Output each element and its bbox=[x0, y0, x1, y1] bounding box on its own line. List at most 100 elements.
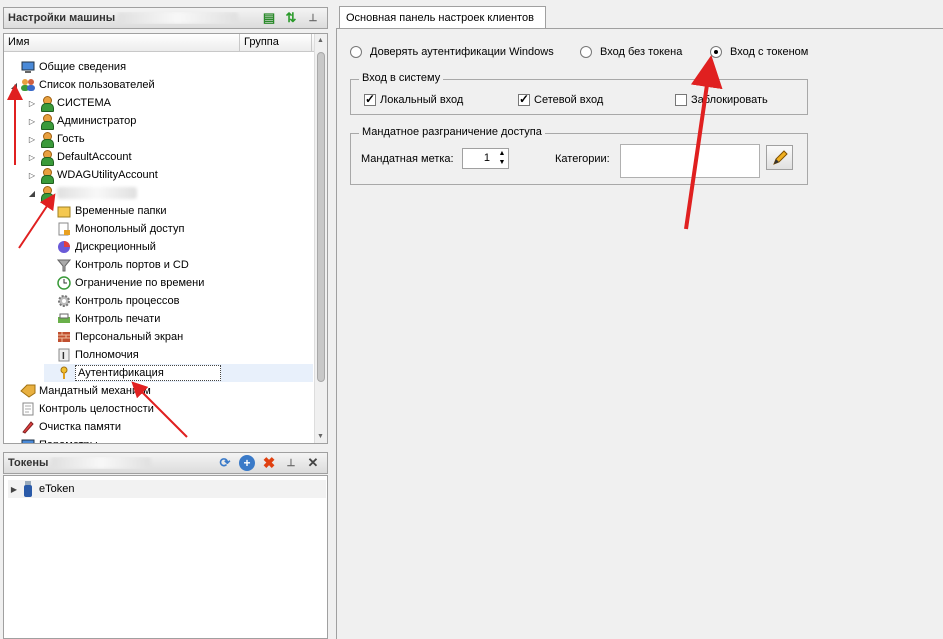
add-token-icon[interactable]: + bbox=[239, 455, 255, 471]
login-group: Вход в систему Локальный вход Сетевой вх… bbox=[350, 72, 808, 115]
tree-item-label: Монопольный доступ bbox=[75, 223, 185, 235]
refresh-icon[interactable]: ⟳ bbox=[217, 455, 233, 471]
tree-item[interactable]: ▷ СИСТЕМА bbox=[26, 94, 313, 112]
tree-item-label bbox=[57, 187, 137, 200]
tree-item[interactable]: Контроль печати bbox=[44, 310, 313, 328]
tree-item-label: Полномочия bbox=[75, 349, 139, 361]
tree-item-label: Параметры bbox=[39, 439, 98, 443]
tree-item-label: WDAGUtilityAccount bbox=[57, 169, 158, 181]
checkbox-label: Заблокировать bbox=[691, 94, 768, 106]
checkbox[interactable] bbox=[675, 94, 687, 106]
pin-icon[interactable]: ⊥ bbox=[305, 10, 321, 26]
key-icon bbox=[56, 365, 72, 381]
pin-icon[interactable]: ⊥ bbox=[283, 455, 299, 471]
expand-icon[interactable]: ▷ bbox=[26, 153, 38, 162]
collapse-icon[interactable]: ◢ bbox=[26, 189, 38, 198]
list-item[interactable]: ▶ eToken bbox=[8, 480, 326, 498]
info-icon: I bbox=[56, 347, 72, 363]
tree-item-label: Очистка памяти bbox=[39, 421, 121, 433]
scroll-thumb[interactable] bbox=[317, 52, 325, 382]
machine-settings-header: Настройки машины ▤ ⇅ ⊥ bbox=[3, 7, 328, 29]
checkbox[interactable] bbox=[364, 92, 376, 106]
tree-item[interactable]: Персональный экран bbox=[44, 328, 313, 346]
radio-button[interactable] bbox=[710, 46, 722, 58]
delete-icon[interactable]: ✖ bbox=[261, 455, 277, 472]
collapse-icon[interactable]: ◢ bbox=[8, 81, 20, 90]
network-login-checkbox[interactable]: Сетевой вход bbox=[518, 92, 603, 106]
tree-item[interactable]: ◢ bbox=[26, 184, 313, 202]
block-checkbox[interactable]: Заблокировать bbox=[675, 94, 768, 106]
token-label: eToken bbox=[39, 483, 75, 495]
tree-item[interactable]: Дискреционный bbox=[44, 238, 313, 256]
client-settings-panel: Доверять аутентификации Windows Вход без… bbox=[336, 28, 943, 639]
radio-login-with-token[interactable]: Вход с токеном bbox=[710, 46, 808, 58]
stepper-arrows[interactable]: ▲ ▼ bbox=[496, 149, 508, 168]
tree-item[interactable]: ◢ Список пользователей bbox=[8, 76, 313, 94]
local-login-checkbox[interactable]: Локальный вход bbox=[364, 92, 464, 106]
tree-item[interactable]: Временные папки bbox=[44, 202, 313, 220]
tree-item-label: Контроль портов и CD bbox=[75, 259, 189, 271]
tree-item[interactable]: Аутентификация bbox=[44, 364, 313, 382]
close-icon[interactable]: ✕ bbox=[305, 455, 321, 471]
group-title: Мандатное разграничение доступа bbox=[359, 126, 545, 138]
tree-item[interactable]: Параметры bbox=[8, 436, 313, 443]
tag-icon bbox=[20, 383, 36, 399]
tree-item[interactable]: Контроль процессов bbox=[44, 292, 313, 310]
user-icon bbox=[38, 185, 54, 202]
radio-trust-windows[interactable]: Доверять аутентификации Windows bbox=[350, 46, 554, 58]
increment-icon[interactable]: ▲ bbox=[496, 149, 508, 158]
expand-icon[interactable]: ▷ bbox=[26, 135, 38, 144]
tree-item[interactable]: Общие сведения bbox=[8, 58, 313, 76]
tree-scrollbar[interactable]: ▲ ▼ bbox=[314, 34, 327, 443]
tree-item[interactable]: Контроль целостности bbox=[8, 400, 313, 418]
tree-item[interactable]: Контроль портов и CD bbox=[44, 256, 313, 274]
clock-icon bbox=[56, 275, 72, 291]
tree-item[interactable]: ▷ DefaultAccount bbox=[26, 148, 313, 166]
tree-item[interactable]: Ограничение по времени bbox=[44, 274, 313, 292]
user-icon bbox=[38, 167, 54, 184]
tab-main-client-settings[interactable]: Основная панель настроек клиентов bbox=[339, 6, 546, 29]
tree-item[interactable]: Мандатный механизм bbox=[8, 382, 313, 400]
settings-tree[interactable]: Имя Группа Общие сведения ◢ Список пользов… bbox=[3, 33, 328, 444]
radio-button[interactable] bbox=[350, 46, 362, 58]
tree-item[interactable]: I Полномочия bbox=[44, 346, 313, 364]
redacted-user-name bbox=[57, 187, 137, 200]
tree-item-label: Временные папки bbox=[75, 205, 167, 217]
checkbox-label: Локальный вход bbox=[380, 94, 464, 106]
expand-icon[interactable]: ▷ bbox=[26, 99, 38, 108]
radio-login-without-token[interactable]: Вход без токена bbox=[580, 46, 682, 58]
categories-field[interactable] bbox=[620, 144, 760, 178]
eraser-icon bbox=[20, 419, 36, 435]
tree-column-header: Имя Группа bbox=[4, 34, 327, 52]
tokens-list[interactable]: ▶ eToken bbox=[3, 475, 328, 639]
printer-icon bbox=[56, 311, 72, 327]
tokens-header: Токены ⟳ + ✖ ⊥ ✕ bbox=[3, 452, 328, 474]
folder-icon bbox=[56, 203, 72, 219]
tree-item-label: Список пользователей bbox=[39, 79, 155, 91]
tree-item[interactable]: ▷ Администратор bbox=[26, 112, 313, 130]
edit-categories-button[interactable] bbox=[766, 145, 793, 170]
radio-button[interactable] bbox=[580, 46, 592, 58]
decrement-icon[interactable]: ▼ bbox=[496, 158, 508, 167]
stepper-value[interactable]: 1 bbox=[463, 149, 496, 168]
tree-item-label: Контроль процессов bbox=[75, 295, 180, 307]
tree-item[interactable]: Очистка памяти bbox=[8, 418, 313, 436]
sort-icon[interactable]: ⇅ bbox=[283, 10, 299, 26]
expand-icon[interactable]: ▷ bbox=[26, 171, 38, 180]
scroll-up-icon[interactable]: ▲ bbox=[317, 37, 324, 44]
mandatory-label-stepper[interactable]: 1 ▲ ▼ bbox=[462, 148, 509, 169]
column-group[interactable]: Группа bbox=[240, 34, 312, 51]
checkbox[interactable] bbox=[518, 92, 530, 106]
column-name[interactable]: Имя bbox=[4, 34, 240, 51]
radio-label: Вход с токеном bbox=[730, 46, 809, 58]
tree-item[interactable]: Монопольный доступ bbox=[44, 220, 313, 238]
expand-icon[interactable]: ▷ bbox=[26, 117, 38, 126]
svg-text:I: I bbox=[62, 351, 65, 362]
tree-item[interactable]: ▷ WDAGUtilityAccount bbox=[26, 166, 313, 184]
tree-item-label: СИСТЕМА bbox=[57, 97, 111, 109]
user-icon bbox=[38, 131, 54, 148]
tree-item[interactable]: ▷ Гость bbox=[26, 130, 313, 148]
add-icon[interactable]: ▤ bbox=[261, 10, 277, 26]
scroll-down-icon[interactable]: ▼ bbox=[317, 433, 324, 440]
expand-icon[interactable]: ▶ bbox=[8, 485, 20, 494]
